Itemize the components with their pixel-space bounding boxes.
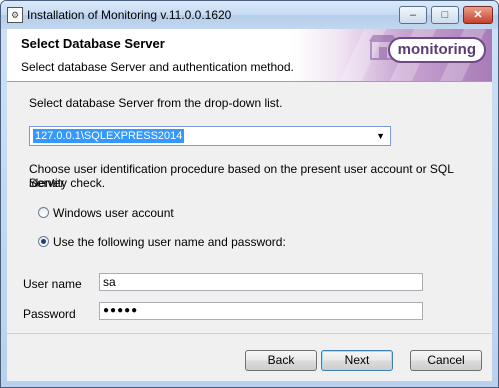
windows-account-radio[interactable]	[38, 207, 49, 218]
server-instruction: Select database Server from the drop-dow…	[29, 96, 283, 110]
monitoring-logo: monitoring	[387, 37, 486, 63]
username-label: User name	[23, 277, 82, 291]
header-banner: monitoring Select Database Server Select…	[7, 29, 492, 82]
password-label: Password	[23, 307, 76, 321]
window-title: Installation of Monitoring v.11.0.0.1620	[27, 8, 232, 22]
page-title: Select Database Server	[21, 36, 165, 51]
username-field[interactable]: sa	[99, 273, 423, 291]
cancel-button[interactable]: Cancel	[410, 350, 482, 371]
installer-window: ⚙ Installation of Monitoring v.11.0.0.16…	[0, 0, 499, 388]
page-subtitle: Select database Server and authenticatio…	[21, 60, 294, 74]
auth-instruction-line2: identity check.	[29, 176, 106, 190]
installer-icon: ⚙	[7, 7, 23, 23]
maximize-button[interactable]: □	[431, 6, 459, 24]
next-button[interactable]: Next	[321, 350, 393, 371]
dropdown-arrow-icon[interactable]: ▼	[376, 131, 385, 141]
windows-account-label[interactable]: Windows user account	[53, 206, 174, 220]
password-field[interactable]: ●●●●●	[99, 302, 423, 320]
selected-server-value: 127.0.0.1\SQLEXPRESS2014	[33, 129, 185, 143]
dialog-client-area: monitoring Select Database Server Select…	[7, 29, 492, 381]
database-server-select[interactable]: 127.0.0.1\SQLEXPRESS2014 ▼	[29, 126, 391, 146]
footer-divider	[7, 333, 492, 334]
sql-credentials-label[interactable]: Use the following user name and password…	[53, 235, 286, 249]
title-bar[interactable]: ⚙ Installation of Monitoring v.11.0.0.16…	[1, 1, 498, 29]
minimize-button[interactable]: –	[399, 6, 427, 24]
sql-credentials-radio[interactable]	[38, 236, 49, 247]
back-button[interactable]: Back	[245, 350, 317, 371]
close-button[interactable]: ✕	[463, 6, 493, 24]
